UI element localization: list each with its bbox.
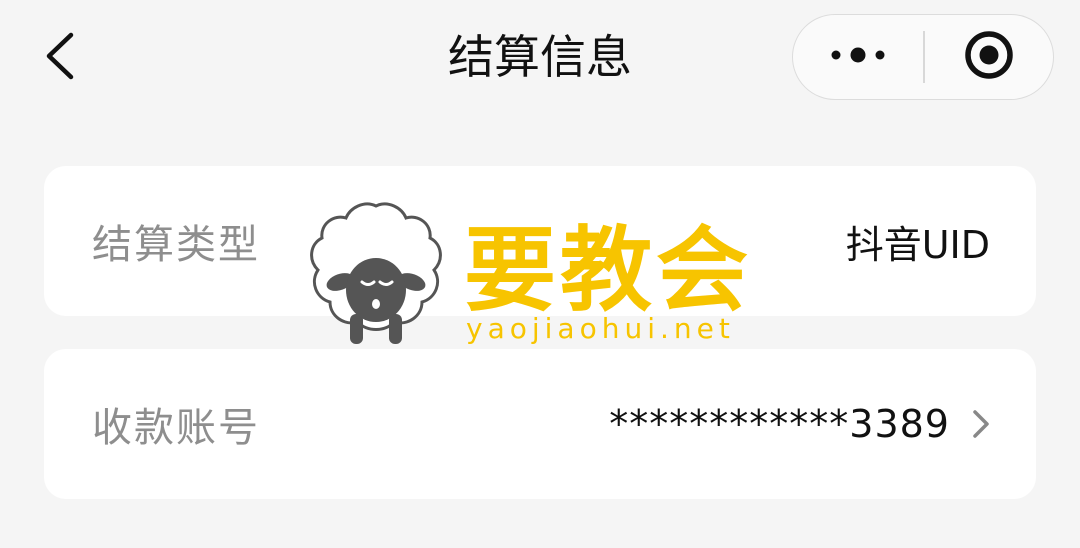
settlement-type-value: 抖音UID (845, 222, 990, 267)
close-mini-program-button[interactable] (925, 15, 1054, 99)
settlement-info-page: 结算信息 结算类型 抖音UID 收款账号 ************3389 要教… (0, 0, 1080, 548)
navigation-bar: 结算信息 (0, 0, 1080, 118)
watermark-brand-url: yaojiaohui.net (466, 312, 735, 345)
payee-account-row[interactable]: 收款账号 ************3389 (44, 349, 1036, 499)
chevron-left-icon (45, 32, 75, 84)
settlement-type-row: 结算类型 抖音UID (44, 166, 1036, 316)
more-button[interactable] (793, 15, 923, 99)
payee-account-value: ************3389 (609, 402, 950, 446)
settlement-type-label: 结算类型 (92, 222, 260, 268)
target-circle-icon (963, 29, 1015, 85)
chevron-right-icon (972, 409, 990, 439)
more-dots-icon (830, 47, 886, 67)
mini-program-capsule (792, 14, 1054, 100)
payee-account-label: 收款账号 (92, 405, 260, 451)
back-button[interactable] (30, 26, 90, 90)
